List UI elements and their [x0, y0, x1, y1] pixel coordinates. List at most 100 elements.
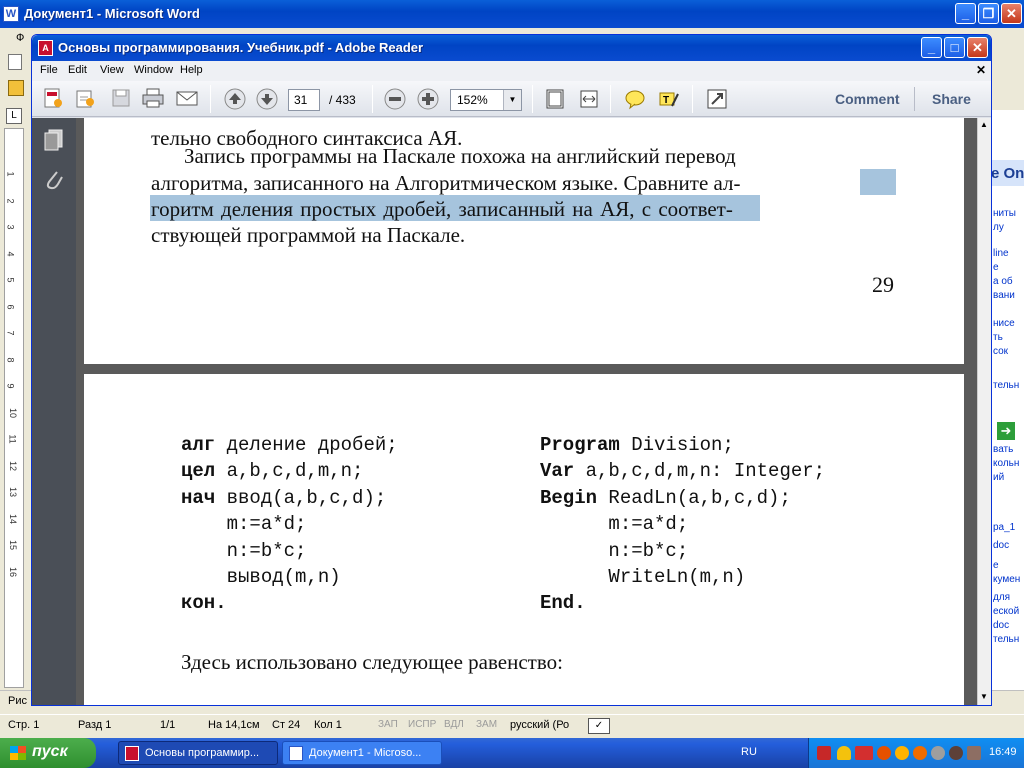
taskbar-item-word[interactable]: Документ1 - Microso...	[282, 741, 442, 765]
task-pane-link[interactable]: тельн	[993, 380, 1019, 391]
zoom-select[interactable]: 152% ▼	[450, 89, 522, 111]
code-text: n:=b*c;	[540, 539, 689, 562]
full-screen-icon[interactable]	[704, 86, 730, 112]
menubar-close-icon[interactable]: ✕	[976, 63, 986, 77]
task-pane-link[interactable]: е	[993, 262, 999, 273]
word-restore-button[interactable]: ❐	[978, 3, 999, 24]
pdf-task-icon	[125, 746, 139, 761]
page-number-input[interactable]: 31	[288, 89, 320, 111]
task-pane-link[interactable]: е	[993, 560, 999, 571]
ruler-number: 9	[5, 383, 16, 389]
open-icon[interactable]	[72, 85, 98, 111]
ruler-number: 13	[8, 486, 19, 498]
reader-minimize-button[interactable]: _	[921, 37, 942, 58]
taskbar-item-reader[interactable]: Основы программир...	[118, 741, 278, 765]
task-pane-link[interactable]: еской	[993, 606, 1019, 617]
fit-page-icon[interactable]	[542, 86, 568, 112]
tray-flash-icon[interactable]	[817, 746, 831, 760]
next-page-icon[interactable]	[254, 86, 280, 112]
task-pane-link[interactable]: doc	[993, 540, 1009, 551]
comment-button[interactable]: Comment	[835, 91, 900, 107]
tray-media-icon[interactable]	[913, 746, 927, 760]
tray-bug-icon[interactable]	[949, 746, 963, 760]
drawing-label[interactable]: Рис	[8, 695, 27, 707]
task-pane-link[interactable]: вать	[993, 444, 1013, 455]
menu-item-help[interactable]: Help	[180, 64, 203, 76]
ruler-number: 4	[5, 250, 16, 257]
ruler-number: 8	[5, 356, 16, 363]
scroll-up-icon[interactable]: ▲	[980, 120, 988, 129]
task-pane-link[interactable]: ра_1	[993, 522, 1015, 533]
zoom-out-icon[interactable]	[382, 86, 408, 112]
code-text: ввод(a,b,c,d);	[215, 486, 387, 509]
status-ovr[interactable]: ЗАМ	[476, 715, 497, 735]
menu-item-edit[interactable]: Edit	[68, 64, 87, 76]
task-pane-link[interactable]: ть	[993, 332, 1003, 343]
word-tab-stop-icon[interactable]: L	[6, 108, 22, 124]
save-icon[interactable]	[108, 85, 134, 111]
zoom-value: 152%	[457, 93, 488, 107]
word-style-icon[interactable]	[8, 80, 24, 96]
fit-width-icon[interactable]	[576, 86, 602, 112]
word-close-button[interactable]: ✕	[1001, 3, 1022, 24]
pdf-paragraph-line: алгоритма, записанного на Алгоритмическо…	[151, 171, 741, 195]
reader-titlebar: A Основы программирования. Учебник.pdf -…	[32, 35, 991, 61]
menu-item-view[interactable]: View	[100, 64, 124, 76]
word-new-icon[interactable]	[8, 54, 22, 70]
status-at: На 14,1см	[208, 719, 260, 731]
task-pane-link[interactable]: для	[993, 592, 1010, 603]
task-label: Основы программир...	[145, 747, 260, 759]
task-label: Документ1 - Microso...	[309, 747, 422, 759]
sticky-note-icon[interactable]	[622, 86, 648, 112]
code-line: алг деление дробей;	[181, 434, 398, 456]
tray-shield-icon[interactable]	[837, 746, 851, 760]
task-pane-link[interactable]: нисе	[993, 318, 1015, 329]
word-task-pane: e On ниты лу line е а об вани нисе ть сок тельн ва…	[990, 110, 1024, 690]
task-pane-link[interactable]: тельн	[993, 634, 1019, 645]
tray-app-icon[interactable]	[967, 746, 981, 760]
menu-item-file[interactable]: File	[40, 64, 58, 76]
chevron-down-icon[interactable]: ▼	[503, 90, 521, 110]
spelling-book-icon[interactable]: ✓	[588, 718, 610, 734]
print-icon[interactable]	[140, 85, 166, 111]
word-minimize-button[interactable]: _	[955, 3, 976, 24]
code-line: Program Division;	[540, 434, 734, 456]
tray-disk-icon[interactable]	[931, 746, 945, 760]
task-pane-link[interactable]: ниты	[993, 208, 1016, 219]
task-pane-header: e On	[991, 160, 1024, 186]
task-pane-link[interactable]: а об	[993, 276, 1013, 287]
word-menu-first[interactable]: Ф	[16, 32, 24, 44]
task-pane-link[interactable]: кольн	[993, 458, 1019, 469]
task-pane-link[interactable]: лу	[993, 222, 1004, 233]
status-ext[interactable]: ВДЛ	[444, 715, 464, 735]
zoom-in-icon[interactable]	[415, 86, 441, 112]
status-col: Кол 1	[314, 719, 342, 731]
reader-close-button[interactable]: ✕	[967, 37, 988, 58]
task-pane-link[interactable]: line	[993, 248, 1009, 259]
tray-ati-icon[interactable]	[855, 746, 873, 760]
task-pane-link[interactable]: вани	[993, 290, 1015, 301]
start-button[interactable]: пуск	[0, 738, 96, 768]
share-button[interactable]: Share	[932, 91, 971, 107]
email-icon[interactable]	[174, 85, 200, 111]
task-pane-link[interactable]: кумен	[993, 574, 1020, 585]
status-rec[interactable]: ЗАП	[378, 715, 398, 735]
task-pane-link[interactable]: ий	[993, 472, 1004, 483]
highlight-icon[interactable]: T	[656, 86, 682, 112]
scroll-down-icon[interactable]: ▼	[980, 692, 988, 701]
prev-page-icon[interactable]	[222, 86, 248, 112]
tray-refresh-icon[interactable]	[895, 746, 909, 760]
menu-item-window[interactable]: Window	[134, 64, 173, 76]
tray-lightning-icon[interactable]	[877, 746, 891, 760]
task-pane-link[interactable]: сок	[993, 346, 1008, 357]
pages-panel-icon[interactable]	[43, 128, 65, 152]
reader-maximize-button[interactable]: □	[944, 37, 965, 58]
status-trk[interactable]: ИСПР	[408, 715, 436, 735]
create-pdf-icon[interactable]	[40, 85, 66, 111]
task-pane-link[interactable]: doc	[993, 620, 1009, 631]
code-text: m:=a*d;	[181, 513, 307, 536]
vertical-scrollbar[interactable]: ▲ ▼	[977, 118, 991, 705]
attachments-icon[interactable]	[43, 168, 65, 192]
go-arrow-icon[interactable]: ➜	[997, 422, 1015, 440]
language-indicator[interactable]: RU	[741, 746, 757, 758]
